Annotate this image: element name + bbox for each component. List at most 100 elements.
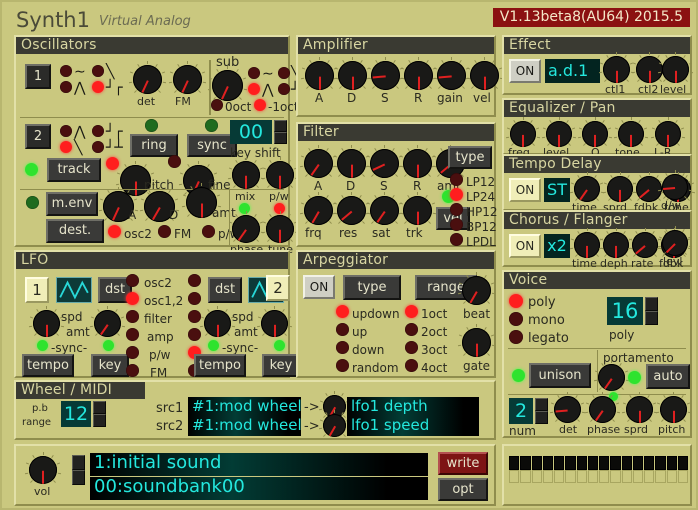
unison-phase-knob[interactable] bbox=[585, 392, 620, 423]
filter-type-button[interactable]: type bbox=[448, 146, 492, 169]
menv-button[interactable]: m.env bbox=[46, 192, 98, 216]
pb-range-value[interactable]: 12 bbox=[61, 401, 91, 427]
lfo2-sync-right-led[interactable] bbox=[274, 340, 285, 351]
lfo1-number-button[interactable]: 1 bbox=[25, 277, 49, 303]
delay-on-button[interactable]: ON bbox=[509, 178, 541, 202]
filter-d-knob[interactable] bbox=[333, 145, 370, 178]
opt-button[interactable]: opt bbox=[438, 478, 488, 501]
pb-range-spinner[interactable] bbox=[93, 401, 106, 427]
unison-button[interactable]: unison bbox=[529, 363, 591, 388]
sub-oct-1-led[interactable] bbox=[254, 99, 266, 111]
osc1-wave-triangle-led[interactable] bbox=[60, 81, 72, 93]
pb-range-up[interactable] bbox=[93, 401, 106, 414]
keyboard-key-white[interactable] bbox=[655, 470, 666, 483]
voice-legato-led[interactable] bbox=[509, 330, 523, 344]
keyboard-key-black[interactable] bbox=[531, 456, 542, 470]
patch-spinner[interactable] bbox=[72, 455, 85, 485]
sub-wave-triangle-led[interactable] bbox=[248, 83, 260, 95]
filter-res-knob[interactable] bbox=[333, 192, 370, 225]
menv-dest-fm-led[interactable] bbox=[158, 225, 171, 238]
keyboard-key-white[interactable] bbox=[677, 470, 688, 483]
keyboard-key-white[interactable] bbox=[576, 470, 587, 483]
filter-r-knob[interactable] bbox=[399, 145, 436, 178]
osc2-wave-triangle-led[interactable] bbox=[60, 125, 72, 137]
lfo1-sync-right-led[interactable] bbox=[103, 340, 114, 351]
key-shift-value[interactable]: 00 bbox=[230, 120, 272, 144]
osc1-wave-sine-led[interactable] bbox=[60, 65, 72, 77]
eq-tone-knob[interactable] bbox=[614, 117, 648, 147]
lfo1-tempo-button[interactable]: tempo bbox=[22, 354, 74, 377]
sub-oct0-led[interactable] bbox=[211, 99, 223, 111]
osc2-wave-saw-led[interactable] bbox=[60, 141, 72, 153]
lfo2-dst-button[interactable]: dst bbox=[208, 277, 242, 303]
unison-det-knob[interactable] bbox=[550, 392, 585, 423]
keyboard-key-white[interactable] bbox=[632, 470, 643, 483]
sub-wave-sine-led[interactable] bbox=[248, 67, 260, 79]
delay-dw-knob[interactable] bbox=[658, 170, 692, 200]
keyboard-key-black[interactable] bbox=[621, 456, 632, 470]
menv-dest-pw-led[interactable] bbox=[202, 225, 215, 238]
poly-value[interactable]: 16 bbox=[607, 297, 643, 325]
lfo1-amt-knob[interactable] bbox=[90, 306, 125, 337]
poly-down[interactable] bbox=[645, 311, 658, 325]
key-shift-up[interactable] bbox=[274, 120, 287, 132]
tune-knob[interactable] bbox=[262, 211, 298, 243]
arp-gate-knob[interactable] bbox=[458, 324, 495, 357]
portamento-auto-button[interactable]: auto bbox=[646, 364, 690, 389]
lfo2-dest-osc2-led[interactable] bbox=[188, 274, 201, 287]
lfo1-dest-osc12-led[interactable] bbox=[126, 292, 139, 305]
keyboard-key-black[interactable] bbox=[520, 456, 531, 470]
lfo1-dest-fm-led[interactable] bbox=[126, 364, 139, 377]
phase-knob[interactable] bbox=[228, 211, 264, 243]
menv-dest-button[interactable]: dest. bbox=[46, 219, 104, 243]
chorus-rate-knob[interactable] bbox=[628, 228, 662, 258]
arp-range-2oct-led[interactable] bbox=[405, 323, 418, 336]
keyboard-key-black[interactable] bbox=[587, 456, 598, 470]
unison-sprd-knob[interactable] bbox=[622, 392, 657, 423]
bank-name-display[interactable]: 00:soundbank00 bbox=[90, 477, 428, 500]
patch-down[interactable] bbox=[72, 470, 85, 485]
lfo2-number-button[interactable]: 2 bbox=[266, 275, 290, 301]
src2-source-value[interactable]: #1:mod wheel bbox=[188, 416, 301, 436]
unison-num-down[interactable] bbox=[535, 411, 548, 424]
delay-fdbk-knob[interactable] bbox=[632, 172, 666, 202]
voice-poly-led[interactable] bbox=[509, 294, 523, 308]
lfo1-waveform-icon[interactable] bbox=[56, 277, 92, 303]
sub-wave-saw-led[interactable] bbox=[278, 67, 290, 79]
pitch-reset-led[interactable] bbox=[106, 157, 119, 170]
osc1-det-knob[interactable] bbox=[129, 61, 166, 94]
arp-range-3oct-led[interactable] bbox=[405, 341, 418, 354]
keyboard-key-black[interactable] bbox=[576, 456, 587, 470]
keyboard-key-black[interactable] bbox=[644, 456, 655, 470]
lfo1-dest-pw-led[interactable] bbox=[126, 346, 139, 359]
effect-ctl1-knob[interactable] bbox=[599, 52, 634, 83]
keyboard-key-black[interactable] bbox=[509, 456, 520, 470]
key-shift-spinner[interactable] bbox=[274, 120, 287, 144]
patch-up[interactable] bbox=[72, 455, 85, 470]
lfo2-dest-filter-led[interactable] bbox=[188, 310, 201, 323]
sub-knob[interactable] bbox=[208, 66, 247, 101]
unison-num-value[interactable]: 2 bbox=[509, 398, 533, 424]
osc2-wave-square-led[interactable] bbox=[92, 125, 104, 137]
delay-time-knob[interactable] bbox=[570, 172, 604, 202]
keyboard-key-black[interactable] bbox=[666, 456, 677, 470]
lfo1-dest-amp-led[interactable] bbox=[126, 328, 139, 341]
ring-button[interactable]: ring bbox=[130, 134, 178, 157]
keyboard-key-black[interactable] bbox=[554, 456, 565, 470]
unison-pitch-knob[interactable] bbox=[656, 392, 691, 423]
src1-dest-value[interactable]: lfo1 depth bbox=[347, 397, 479, 417]
filter-type-lpdl-led[interactable] bbox=[450, 233, 463, 246]
osc1-wave-square-led[interactable] bbox=[92, 81, 104, 93]
poly-spinner[interactable] bbox=[645, 297, 658, 325]
lfo2-key-button[interactable]: key bbox=[262, 354, 300, 377]
menv-led[interactable] bbox=[26, 196, 39, 209]
amp-s-knob[interactable] bbox=[367, 57, 404, 90]
arp-type-random-led[interactable] bbox=[336, 359, 349, 372]
keyboard-key-white[interactable] bbox=[587, 470, 598, 483]
effect-level-knob[interactable] bbox=[658, 52, 693, 83]
keyboard-key-white[interactable] bbox=[599, 470, 610, 483]
osc2-number-button[interactable]: 2 bbox=[25, 124, 51, 149]
eq-q-knob[interactable] bbox=[578, 117, 612, 147]
arp-type-updown-led[interactable] bbox=[336, 305, 349, 318]
arp-type-button[interactable]: type bbox=[343, 275, 401, 300]
